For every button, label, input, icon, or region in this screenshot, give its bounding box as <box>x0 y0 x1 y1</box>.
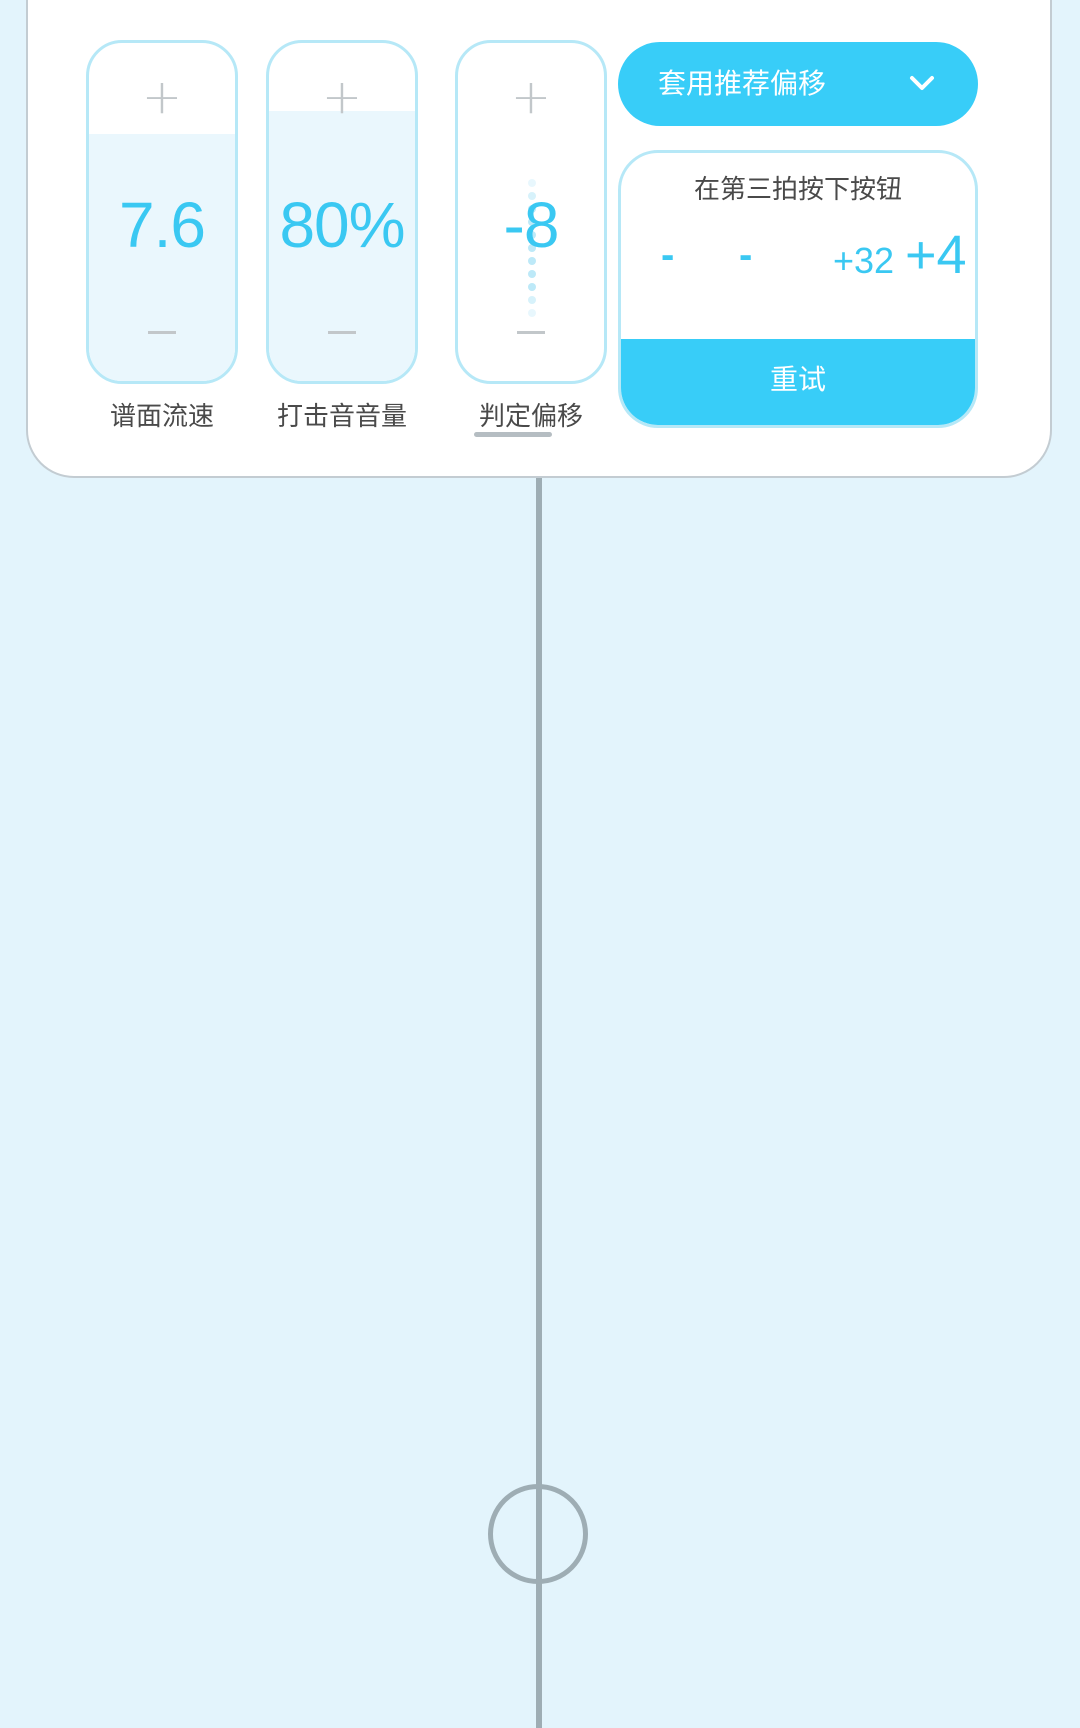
decrease-icon[interactable] <box>269 331 415 335</box>
screen: + 7.6 谱面流速 + 80% 打击音音量 + -8 判定偏移 套用推荐偏移 … <box>0 0 1080 1728</box>
calibration-result-2: - <box>739 233 753 277</box>
apply-recommended-offset-label: 套用推荐偏移 <box>658 67 827 100</box>
hit-sound-volume-value: 80% <box>279 189 405 261</box>
note-speed-label: 谱面流速 <box>109 402 214 432</box>
retry-button[interactable]: 重试 <box>621 339 975 425</box>
circle-target-icon <box>488 1484 588 1584</box>
calibration-instruction: 在第三拍按下按钮 <box>693 175 902 205</box>
increase-icon[interactable]: + <box>458 73 604 121</box>
panel-drag-handle[interactable] <box>474 432 552 437</box>
judgment-offset-slider[interactable]: + -8 <box>455 40 607 384</box>
note-speed-value: 7.6 <box>119 189 206 261</box>
apply-recommended-offset-button[interactable]: 套用推荐偏移 <box>618 42 978 126</box>
increase-icon[interactable]: + <box>269 73 415 121</box>
decrease-icon[interactable] <box>89 331 235 335</box>
calibration-result-4: +4 <box>905 225 967 285</box>
judgment-offset-label: 判定偏移 <box>478 402 583 432</box>
hit-sound-volume-label: 打击音音量 <box>276 402 407 432</box>
calibration-result-3: +32 <box>833 240 895 281</box>
increase-icon[interactable]: + <box>89 73 235 121</box>
hit-sound-volume-slider[interactable]: + 80% <box>266 40 418 384</box>
calibration-result-1: - <box>661 233 675 277</box>
judgment-offset-value: -8 <box>503 189 560 261</box>
offset-calibration-card: 在第三拍按下按钮 - - +32 +4 重试 <box>618 150 978 428</box>
chevron-down-icon <box>910 76 934 90</box>
note-speed-slider[interactable]: + 7.6 <box>86 40 238 384</box>
decrease-icon[interactable] <box>458 331 604 335</box>
